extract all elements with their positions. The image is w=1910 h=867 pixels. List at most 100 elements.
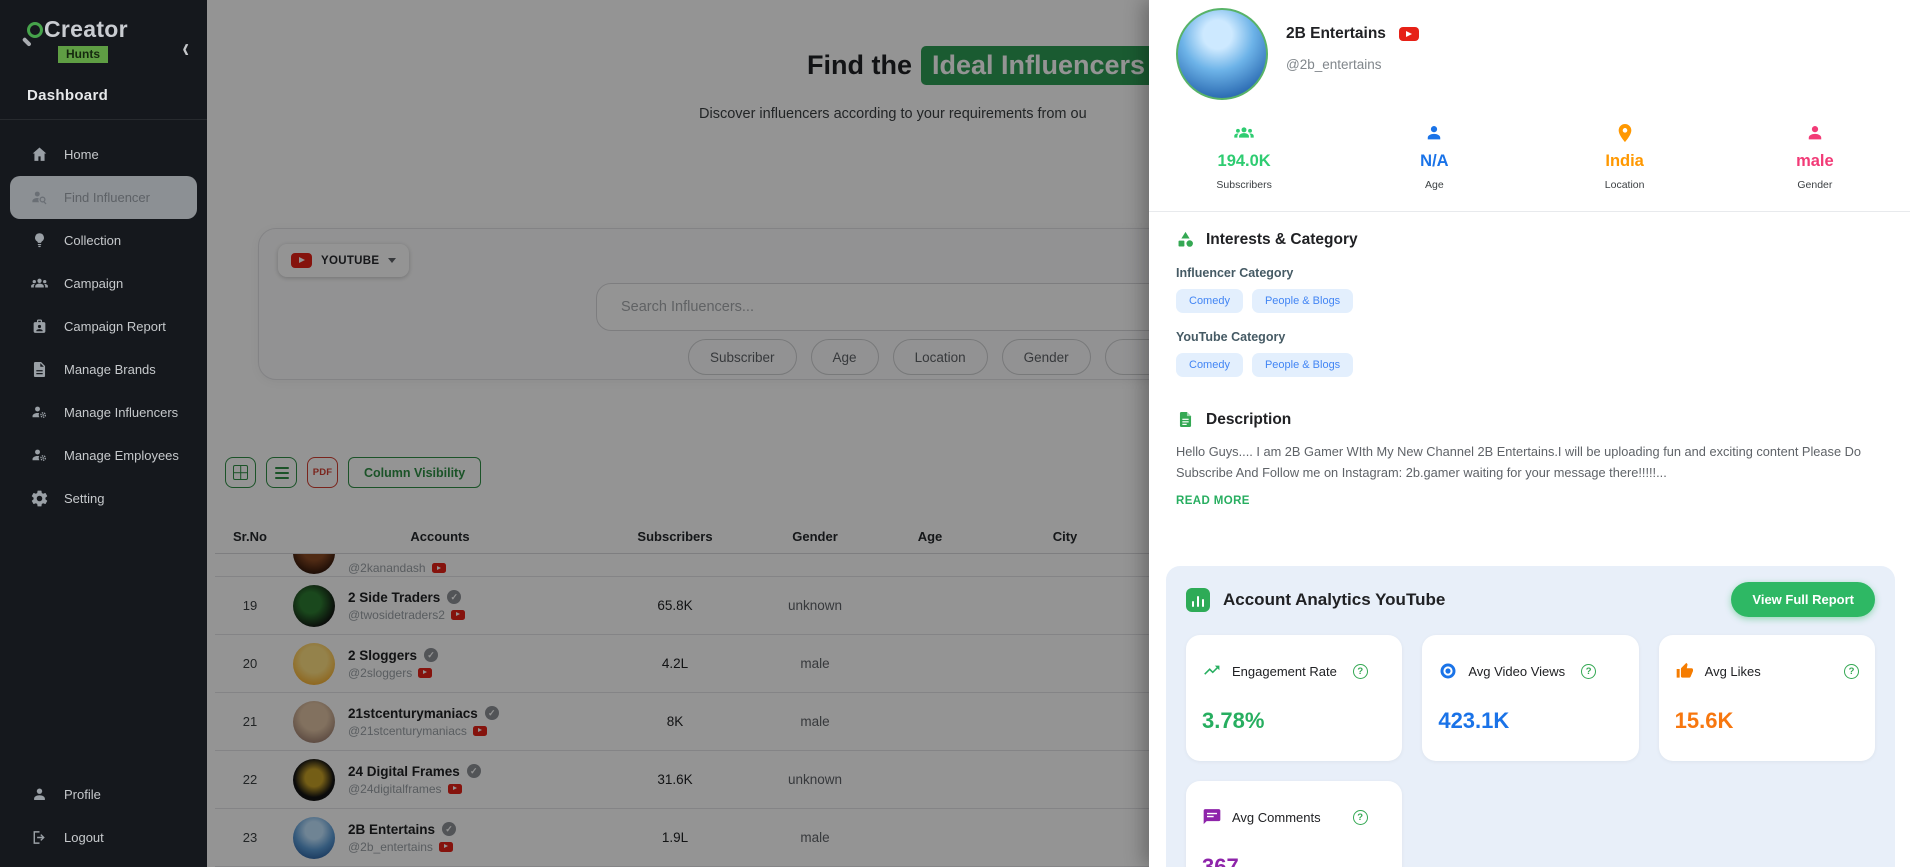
verified-badge-icon [485,706,499,720]
help-icon[interactable] [1581,664,1596,679]
sidebar-item-home[interactable]: Home [10,133,197,176]
sidebar-item-label: Campaign [64,276,123,291]
account-handle: @2kanandash [348,561,426,575]
platform-label: YOUTUBE [321,255,379,267]
row-srno: 23 [215,830,285,845]
avatar [293,759,335,801]
stat-label: Gender [1797,179,1832,191]
sidebar-item-label: Find Influencer [64,190,150,205]
col-header-age: Age [875,529,985,544]
avatar [293,817,335,859]
table-row[interactable]: 20 2 Sloggers @2sloggers 4.2L male [215,635,1175,693]
filter-row: Subscriber Age Location Gender [688,339,1225,375]
person-icon [1423,122,1445,144]
sidebar-item-profile[interactable]: Profile [10,773,197,816]
help-icon[interactable] [1353,810,1368,825]
column-visibility-button[interactable]: Column Visibility [348,457,481,488]
lightbulb-icon [30,231,49,250]
gear-icon [30,489,49,508]
table-row[interactable]: 22 24 Digital Frames @24digitalframes 31… [215,751,1175,809]
card-value: 423.1K [1438,708,1622,734]
chevron-left-icon[interactable]: ‹ [182,33,189,65]
chevron-down-icon [388,258,396,263]
row-subscribers: 1.9L [595,830,755,845]
stat-value: India [1605,152,1644,171]
sidebar-item-find-influencer[interactable]: Find Influencer [10,176,197,219]
sidebar-item-label: Logout [64,830,104,845]
youtube-icon [451,610,465,620]
table-row[interactable]: 19 2 Side Traders @twosidetraders2 65.8K… [215,577,1175,635]
view-full-report-button[interactable]: View Full Report [1731,582,1875,617]
stat-value: 194.0K [1218,152,1271,171]
document-icon [1176,410,1195,429]
stat-label: Location [1605,179,1645,191]
card-label: Avg Video Views [1468,664,1565,679]
sidebar-item-manage-brands[interactable]: Manage Brands [10,348,197,391]
row-srno: 20 [215,656,285,671]
sidebar-item-manage-influencers[interactable]: Manage Influencers [10,391,197,434]
avatar [293,585,335,627]
stats-row: 194.0K Subscribers N/A Age India Locatio… [1149,122,1910,191]
verified-badge-icon [447,590,461,604]
filter-pill-subscriber[interactable]: Subscriber [688,339,797,375]
sidebar-item-label: Manage Influencers [64,405,178,420]
person-icon [1804,122,1826,144]
account-handle: @2sloggers [348,666,412,680]
table-row-partial[interactable]: @2kanandash [215,554,1175,577]
groups-icon [1233,122,1255,144]
stat-label: Age [1425,179,1444,191]
card-label: Engagement Rate [1232,664,1337,679]
sidebar-item-manage-employees[interactable]: Manage Employees [10,434,197,477]
table-row[interactable]: 21 21stcenturymaniacs @21stcenturymaniac… [215,693,1175,751]
sidebar-item-collection[interactable]: Collection [10,219,197,262]
row-subscribers: 31.6K [595,772,755,787]
sidebar-item-label: Home [64,147,99,162]
list-icon [275,472,289,474]
col-header-srno: Sr.No [215,529,285,544]
row-srno: 19 [215,598,285,613]
account-cell: 2 Side Traders @twosidetraders2 [285,585,595,627]
help-icon[interactable] [1844,664,1859,679]
card-avg-comments: Avg Comments 367 [1186,781,1402,867]
filter-pill-gender[interactable]: Gender [1002,339,1091,375]
influencer-category-tags: Comedy People & Blogs [1176,289,1358,313]
person-search-icon [30,188,49,207]
sidebar-item-label: Campaign Report [64,319,166,334]
description-text: Hello Guys.... I am 2B Gamer WIth My New… [1176,442,1898,483]
sidebar-item-campaign-report[interactable]: Campaign Report [10,305,197,348]
sidebar-item-campaign[interactable]: Campaign [10,262,197,305]
pdf-icon: PDF [313,467,333,478]
row-subscribers: 8K [595,714,755,729]
sidebar-nav: Home Find Influencer Collection Campaign… [0,120,207,520]
read-more-link[interactable]: READ MORE [1176,495,1898,507]
col-header-accounts: Accounts [285,529,595,544]
logo: Creator Hunts ‹ [0,0,207,63]
sidebar-item-setting[interactable]: Setting [10,477,197,520]
sidebar-title: Dashboard [0,63,207,120]
col-header-gender: Gender [755,529,875,544]
row-subscribers: 4.2L [595,656,755,671]
grid-view-button[interactable] [225,457,256,488]
youtube-icon [1399,27,1419,41]
avatar [293,554,335,574]
pdf-export-button[interactable]: PDF [307,457,338,488]
youtube-icon [448,784,462,794]
analytics-title: Account Analytics YouTube [1223,590,1445,610]
row-subscribers: 65.8K [595,598,755,613]
account-cell: 2B Entertains @2b_entertains [285,817,595,859]
filter-pill-location[interactable]: Location [893,339,988,375]
sidebar-item-label: Manage Employees [64,448,179,463]
category-tag: Comedy [1176,289,1243,313]
youtube-icon [439,842,453,852]
sidebar-item-logout[interactable]: Logout [10,816,197,859]
filter-pill-age[interactable]: Age [811,339,879,375]
table-row[interactable]: 23 2B Entertains @2b_entertains 1.9L mal… [215,809,1175,867]
search-input[interactable] [596,283,1196,331]
divider [1149,211,1910,212]
account-name: 21stcenturymaniacs [348,706,478,721]
platform-selector[interactable]: YOUTUBE [278,244,409,277]
list-view-button[interactable] [266,457,297,488]
help-icon[interactable] [1353,664,1368,679]
brand-name: Creator [44,16,128,43]
stat-label: Subscribers [1216,179,1271,191]
